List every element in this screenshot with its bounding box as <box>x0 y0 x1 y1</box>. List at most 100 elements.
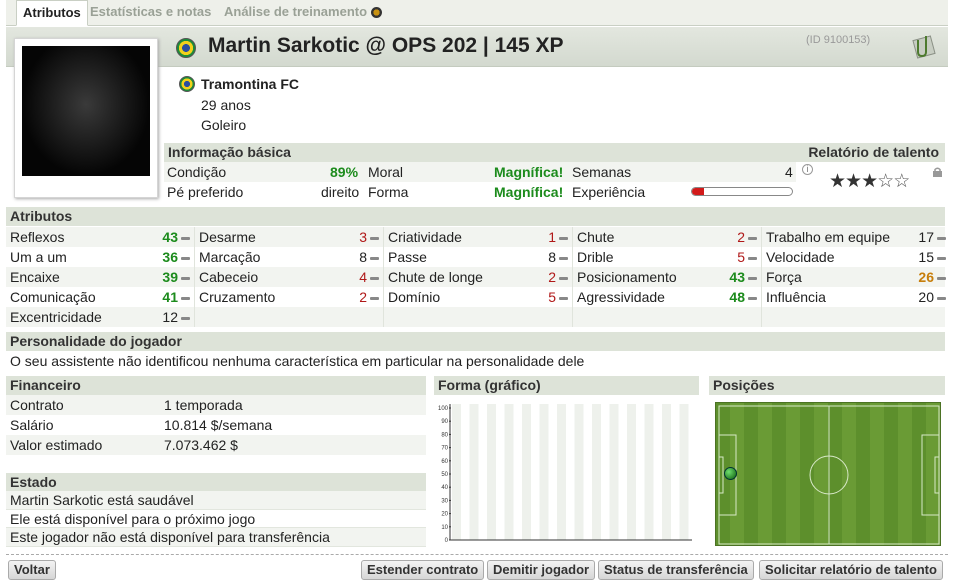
trend-flat-icon <box>370 276 379 280</box>
form-label: Forma <box>368 184 409 200</box>
request-talent-report-button[interactable]: Solicitar relatório de talento <box>759 560 943 580</box>
trend-flat-icon <box>559 256 568 260</box>
trend-flat-icon <box>748 296 757 300</box>
experience-bar-fill <box>692 188 704 195</box>
club-link[interactable]: Tramontina FC <box>201 76 299 92</box>
chart-column-band <box>574 404 584 540</box>
attribute-value: 43 <box>6 227 190 247</box>
trend-flat-icon <box>937 276 946 280</box>
y-tick-label: 20 <box>441 512 448 518</box>
trend-flat-icon <box>181 236 190 240</box>
finance-label: Valor estimado <box>10 437 103 453</box>
trend-flat-icon <box>748 236 757 240</box>
personality-text: O seu assistente não identificou nenhuma… <box>10 353 585 369</box>
finance-value: 10.814 $/semana <box>164 417 273 433</box>
attribute-value: 3 <box>195 227 379 247</box>
trend-flat-icon <box>181 256 190 260</box>
chart-column-band <box>539 404 549 540</box>
star-icon: ★ <box>861 171 878 192</box>
page-title: Martin Sarkotic @ OPS 202 | 145 XP <box>208 34 564 57</box>
finance-value: 7.073.462 $ <box>164 437 238 453</box>
basic-info-header: Informação básica Relatório de talento <box>164 143 945 162</box>
status-list: Martin Sarkotic está saudável Ele está di… <box>6 491 426 547</box>
star-icon: ☆ <box>893 171 910 192</box>
experience-label: Experiência <box>572 184 646 200</box>
pitch-map <box>715 402 941 546</box>
club-flag-icon <box>179 76 195 92</box>
finance-table: Contrato 1 temporada Salário 10.814 $/seman… <box>6 395 426 455</box>
attribute-value: 2 <box>384 267 568 287</box>
player-id: (ID 9100153) <box>806 34 871 46</box>
tab-training-label: Análise de treinamento <box>224 4 368 19</box>
attribute-value: 8 <box>384 247 568 267</box>
trend-flat-icon <box>370 256 379 260</box>
foot-label: Pé preferido <box>167 184 244 200</box>
info-icon[interactable]: i <box>802 164 813 175</box>
attribute-value: 2 <box>573 227 757 247</box>
foot-value: direito <box>321 184 360 200</box>
attribute-value: 17 <box>762 227 946 247</box>
attribute-value: 26 <box>762 267 946 287</box>
y-tick-label: 40 <box>441 485 448 491</box>
weeks-value: 4 <box>785 164 793 180</box>
trend-flat-icon <box>937 236 946 240</box>
form-chart: 1009080706050403020100 <box>438 404 692 544</box>
attribute-value: 15 <box>762 247 946 267</box>
transfer-status-button[interactable]: Status de transferência <box>598 560 754 580</box>
tab-training[interactable]: Análise de treinamento <box>218 0 388 26</box>
fire-player-button[interactable]: Demitir jogador <box>487 560 596 580</box>
chart-column-band <box>487 404 496 540</box>
notes-clip-icon[interactable] <box>912 32 938 60</box>
attributes-table: Reflexos 43 Um a um 36 Encaixe 39 Comunicação 4… <box>6 227 946 327</box>
chart-column-band <box>504 404 514 540</box>
tab-bar: Atributos Estatísticas e notas Análise d… <box>6 0 948 26</box>
back-button[interactable]: Voltar <box>8 560 56 580</box>
star-icon: ★ <box>845 171 862 192</box>
form-chart-header: Forma (gráfico) <box>434 376 699 395</box>
talent-stars: ★★★☆☆ <box>829 170 910 193</box>
trend-flat-icon <box>181 316 190 320</box>
y-tick-label: 80 <box>441 432 448 438</box>
personality-header: Personalidade do jogador <box>6 332 945 351</box>
chart-column-band <box>592 404 601 540</box>
chart-axis <box>449 404 692 541</box>
status-line: Ele está disponível para o próximo jogo <box>6 510 426 528</box>
y-tick-label: 90 <box>441 419 448 425</box>
extend-contract-button[interactable]: Estender contrato <box>361 560 485 580</box>
finance-row: Salário 10.814 $/semana <box>6 415 426 435</box>
trend-flat-icon <box>370 236 379 240</box>
y-tick-label: 0 <box>445 538 449 544</box>
experience-bar <box>691 187 793 196</box>
finance-label: Contrato <box>10 397 64 413</box>
chart-column-band <box>644 404 654 540</box>
chart-column-band <box>609 404 619 540</box>
tab-attributes[interactable]: Atributos <box>16 0 88 26</box>
y-tick-label: 50 <box>441 472 448 478</box>
trend-flat-icon <box>559 276 568 280</box>
form-value: Magnífica! <box>494 184 564 200</box>
finance-row: Contrato 1 temporada <box>6 395 426 415</box>
button-divider <box>6 554 948 555</box>
finance-value: 1 temporada <box>164 397 243 413</box>
chart-column-band <box>469 404 479 540</box>
ball-icon <box>370 7 382 19</box>
lock-icon <box>933 164 942 177</box>
condition-label: Condição <box>167 164 227 180</box>
moral-label: Moral <box>368 164 404 180</box>
trend-flat-icon <box>937 256 946 260</box>
attribute-value: 5 <box>384 287 568 307</box>
attribute-value: 12 <box>6 307 190 327</box>
attribute-value: 36 <box>6 247 190 267</box>
star-icon: ☆ <box>877 171 894 192</box>
tab-stats[interactable]: Estatísticas e notas <box>84 0 217 26</box>
player-position: Goleiro <box>201 117 247 133</box>
attribute-value: 4 <box>195 267 379 287</box>
chart-column-band <box>522 404 531 540</box>
attribute-value: 2 <box>195 287 379 307</box>
status-line: Este jogador não está disponível para tr… <box>6 528 426 547</box>
attribute-value: 5 <box>573 247 757 267</box>
basic-info-title: Informação básica <box>168 144 291 160</box>
attributes-header: Atributos <box>6 207 945 226</box>
finance-label: Salário <box>10 417 54 433</box>
moral-value: Magnífica! <box>494 164 564 180</box>
